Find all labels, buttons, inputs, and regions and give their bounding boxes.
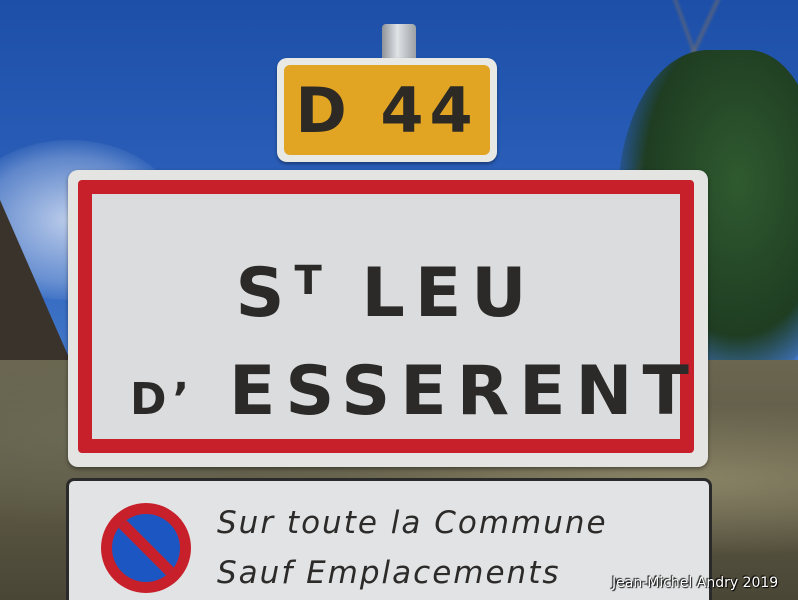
no-parking-bar [112, 514, 180, 582]
notice-line1: Sur toute la Commune [217, 505, 608, 541]
no-parking-icon [101, 503, 191, 593]
town-name-prefix: D’ [130, 374, 196, 425]
town-name-saint-s: S [235, 254, 295, 333]
town-name-saint-t: T [294, 258, 328, 304]
no-parking-disc [112, 514, 180, 582]
town-name-leu: LEU [361, 254, 537, 333]
town-entry-sign: ST LEU D’ ESSERENT [68, 170, 708, 467]
photo-scene: D 44 ST LEU D’ ESSERENT Sur toute la Com… [0, 0, 798, 600]
town-sign-border: ST LEU D’ ESSERENT [78, 180, 694, 453]
town-name-line2: D’ ESSERENT [130, 352, 718, 431]
town-name-line1: ST LEU [92, 254, 680, 333]
town-name-esserent: ESSERENT [228, 352, 699, 431]
route-number: D 44 [295, 73, 479, 147]
photo-credit: Jean-Michel Andry 2019 [612, 575, 779, 591]
notice-line2: Sauf Emplacements [217, 555, 561, 591]
route-number-sign: D 44 [277, 58, 497, 162]
route-number-panel: D 44 [284, 65, 490, 155]
roof-edge [0, 200, 70, 360]
pole-cap [382, 24, 416, 62]
